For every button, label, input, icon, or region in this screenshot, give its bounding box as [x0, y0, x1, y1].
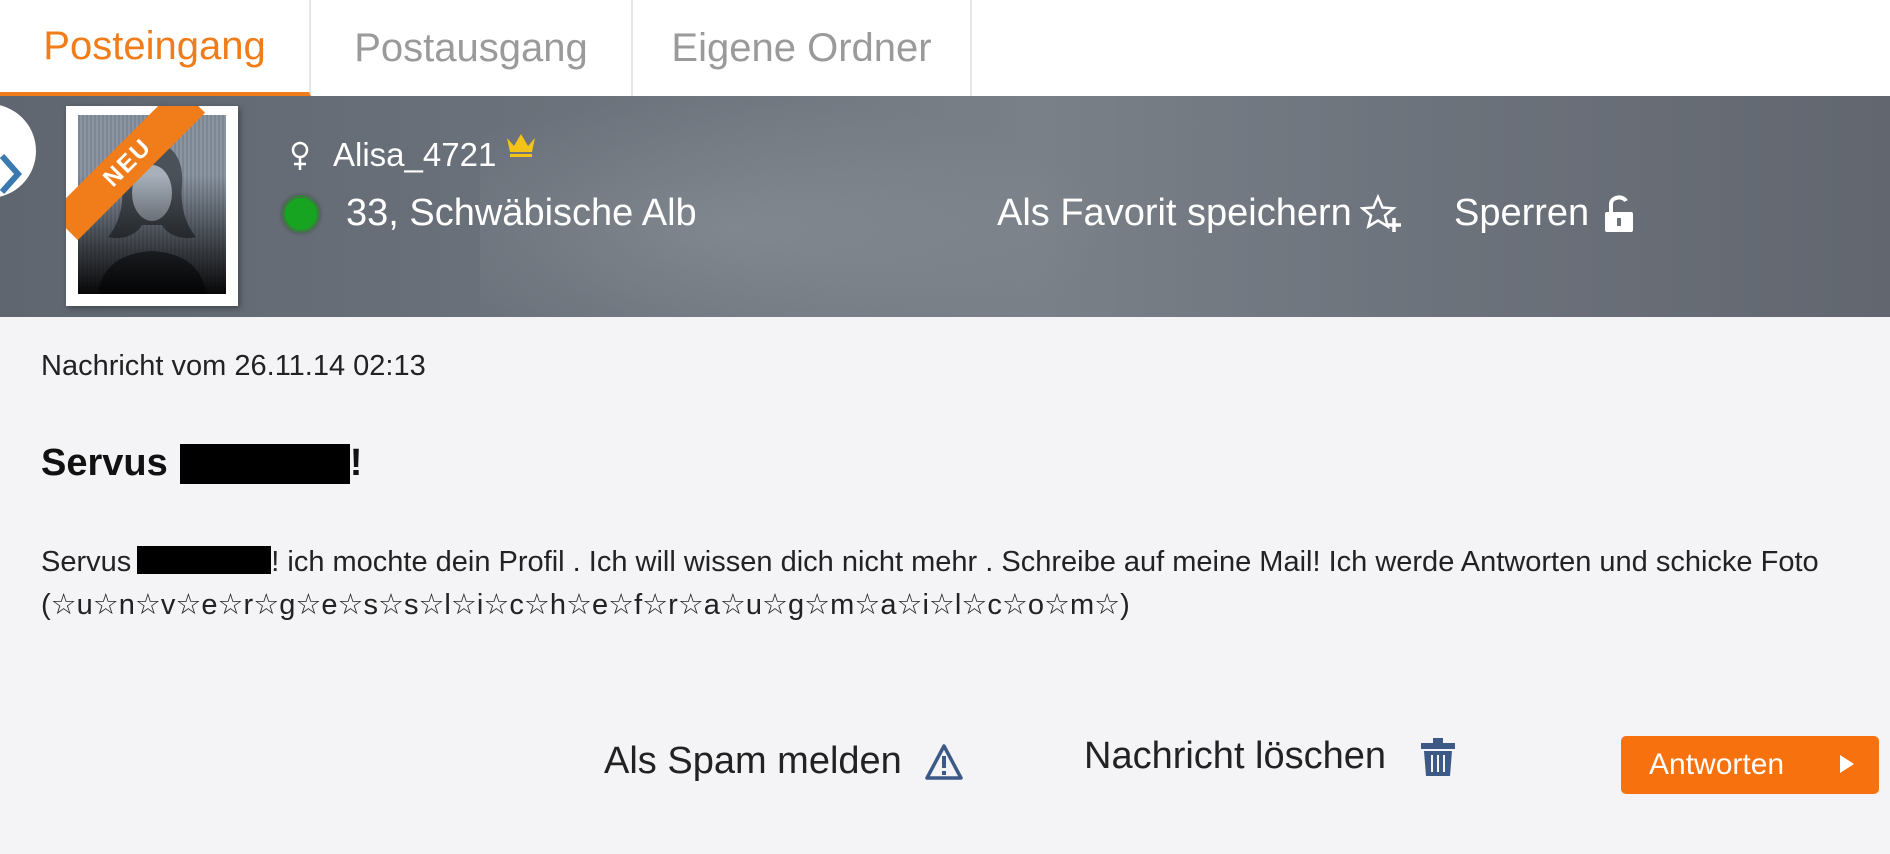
tab-postausgang[interactable]: Postausgang [311, 0, 633, 96]
crown-icon [507, 134, 535, 157]
subject-prefix: Servus [41, 442, 168, 484]
unlock-icon [1605, 194, 1634, 232]
avatar[interactable]: NEU [66, 106, 238, 306]
folder-tabs: Posteingang Postausgang Eigene Ordner [0, 0, 1890, 96]
save-favorite-button[interactable]: Als Favorit speichern [997, 192, 1402, 235]
message-body: Servus! ich mochte dein Profil . Ich wil… [41, 541, 1871, 627]
block-user-label: Sperren [1454, 192, 1590, 234]
redaction-box [137, 546, 272, 574]
report-spam-button[interactable]: Als Spam melden [604, 740, 964, 783]
save-favorite-label: Als Favorit speichern [997, 192, 1352, 234]
block-user-button[interactable]: Sperren [1454, 192, 1635, 235]
play-arrow-icon [1840, 755, 1854, 773]
subject-suffix: ! [349, 442, 363, 484]
delete-message-button[interactable]: Nachricht löschen [1084, 735, 1456, 778]
reply-label: Antworten [1649, 748, 1785, 781]
tab-eigene-ordner[interactable]: Eigene Ordner [633, 0, 972, 96]
tab-posteingang[interactable]: Posteingang [0, 0, 311, 96]
message-subject: Servus ! [41, 442, 362, 485]
sender-age-location: 33, Schwäbische Alb [346, 192, 697, 234]
message-date: Nachricht vom 26.11.14 02:13 [41, 350, 426, 382]
body-prefix: Servus [41, 546, 132, 578]
chevron-left-icon [0, 154, 22, 194]
sender-profile-header: NEU Alisa_4721 33, Schwäbische Alb Als F… [0, 96, 1890, 317]
sender-username[interactable]: Alisa_4721 [333, 136, 496, 174]
delete-message-label: Nachricht löschen [1084, 735, 1387, 777]
body-text: ! ich mochte dein Profil . Ich will wiss… [41, 546, 1819, 621]
star-plus-icon [1359, 193, 1401, 232]
female-symbol-icon [291, 141, 309, 170]
redaction-box [179, 443, 350, 484]
warning-triangle-icon [925, 743, 963, 780]
trash-icon [1421, 737, 1456, 776]
online-status-indicator [282, 195, 320, 233]
report-spam-label: Als Spam melden [604, 740, 902, 782]
reply-button[interactable]: Antworten [1621, 736, 1879, 794]
